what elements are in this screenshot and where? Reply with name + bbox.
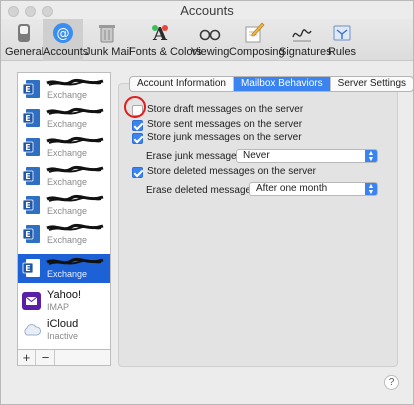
- store-sent-checkbox[interactable]: [132, 120, 143, 131]
- svg-text:E: E: [25, 230, 30, 239]
- glasses-icon: [199, 29, 221, 41]
- account-row[interactable]: Yahoo! IMAP: [18, 287, 110, 316]
- at-sign-icon: @: [53, 23, 73, 43]
- close-window-button[interactable]: [8, 6, 19, 17]
- window-title: Accounts: [180, 3, 234, 18]
- erase-junk-select[interactable]: Never ▲ ▼: [236, 149, 378, 163]
- yahoo-mail-icon: [22, 292, 41, 310]
- store-deleted-checkbox[interactable]: [132, 167, 143, 178]
- account-row[interactable]: E Exchange: [18, 191, 110, 220]
- account-row[interactable]: E Exchange: [18, 220, 110, 249]
- toolbar-rules[interactable]: Rules: [326, 19, 358, 61]
- account-tabs: Account Information Mailbox Behaviors Se…: [129, 76, 414, 92]
- chevron-updown-icon: ▲ ▼: [365, 150, 377, 163]
- account-row[interactable]: E Exchange: [18, 133, 110, 162]
- pencil-paper-icon: [245, 22, 265, 43]
- fonts-colors-icon: A: [152, 24, 168, 44]
- add-account-button[interactable]: +: [18, 350, 36, 365]
- title-bar: Accounts: [1, 1, 413, 21]
- toolbar-junk-mail[interactable]: Junk Mail: [85, 19, 131, 61]
- erase-deleted-label: Erase deleted messages:: [146, 185, 259, 196]
- help-button[interactable]: ?: [384, 375, 399, 390]
- svg-text:E: E: [25, 114, 30, 123]
- account-row-selected[interactable]: E Exchange: [18, 254, 110, 283]
- toolbar-composing[interactable]: Composing: [229, 19, 285, 61]
- svg-text:E: E: [25, 172, 30, 181]
- redaction-scribble: [46, 257, 104, 265]
- svg-text:E: E: [25, 264, 30, 273]
- toolbar-accounts[interactable]: @ Accounts: [43, 19, 88, 61]
- redaction-scribble: [46, 107, 104, 115]
- svg-text:@: @: [57, 27, 70, 42]
- exchange-icon: E: [22, 259, 40, 277]
- signature-icon: [292, 29, 312, 42]
- rules-icon: [333, 25, 351, 41]
- chevron-updown-icon: ▲ ▼: [365, 183, 377, 196]
- account-list[interactable]: E Exchange E Exchange E Exchange E Excha…: [17, 72, 111, 350]
- store-junk-checkbox[interactable]: [132, 133, 143, 144]
- tab-account-information[interactable]: Account Information: [130, 77, 234, 91]
- zoom-window-button[interactable]: [42, 6, 53, 17]
- account-row[interactable]: iCloud Inactive: [18, 316, 110, 345]
- general-switch-icon: [18, 24, 30, 42]
- trash-icon: [99, 25, 115, 43]
- erase-deleted-select[interactable]: After one month ▲ ▼: [249, 182, 378, 196]
- tab-mailbox-behaviors[interactable]: Mailbox Behaviors: [233, 77, 331, 91]
- exchange-icon: E: [22, 167, 40, 185]
- toolbar-signatures[interactable]: Signatures: [279, 19, 332, 61]
- redaction-scribble: [46, 165, 104, 173]
- toolbar-general[interactable]: General: [5, 19, 44, 61]
- toolbar-fonts-colors[interactable]: A Fonts & Colors: [129, 19, 202, 61]
- svg-text:E: E: [25, 201, 30, 210]
- exchange-icon: E: [22, 80, 40, 98]
- account-list-footer: + −: [17, 350, 111, 366]
- account-row[interactable]: E Exchange: [18, 75, 110, 104]
- remove-account-button[interactable]: −: [37, 350, 55, 365]
- icloud-icon: [24, 324, 41, 336]
- exchange-icon: E: [22, 109, 40, 127]
- exchange-icon: E: [22, 225, 40, 243]
- svg-text:E: E: [25, 143, 30, 152]
- tab-server-settings[interactable]: Server Settings: [331, 77, 413, 91]
- accounts-window: Accounts General @ Accounts Junk Mail A …: [0, 0, 414, 405]
- minimize-window-button[interactable]: [25, 6, 36, 17]
- svg-text:E: E: [25, 85, 30, 94]
- redaction-scribble: [46, 194, 104, 202]
- exchange-icon: E: [22, 196, 40, 214]
- redaction-scribble: [46, 78, 104, 86]
- erase-junk-label: Erase junk messages:: [146, 151, 245, 162]
- red-annotation-circle: [124, 96, 146, 118]
- account-row[interactable]: E Exchange: [18, 162, 110, 191]
- redaction-scribble: [46, 223, 104, 231]
- preferences-toolbar: General @ Accounts Junk Mail A Fonts & C…: [1, 19, 413, 61]
- exchange-icon: E: [22, 138, 40, 156]
- redaction-scribble: [46, 136, 104, 144]
- account-row[interactable]: E Exchange: [18, 104, 110, 133]
- toolbar-viewing[interactable]: Viewing: [191, 19, 229, 61]
